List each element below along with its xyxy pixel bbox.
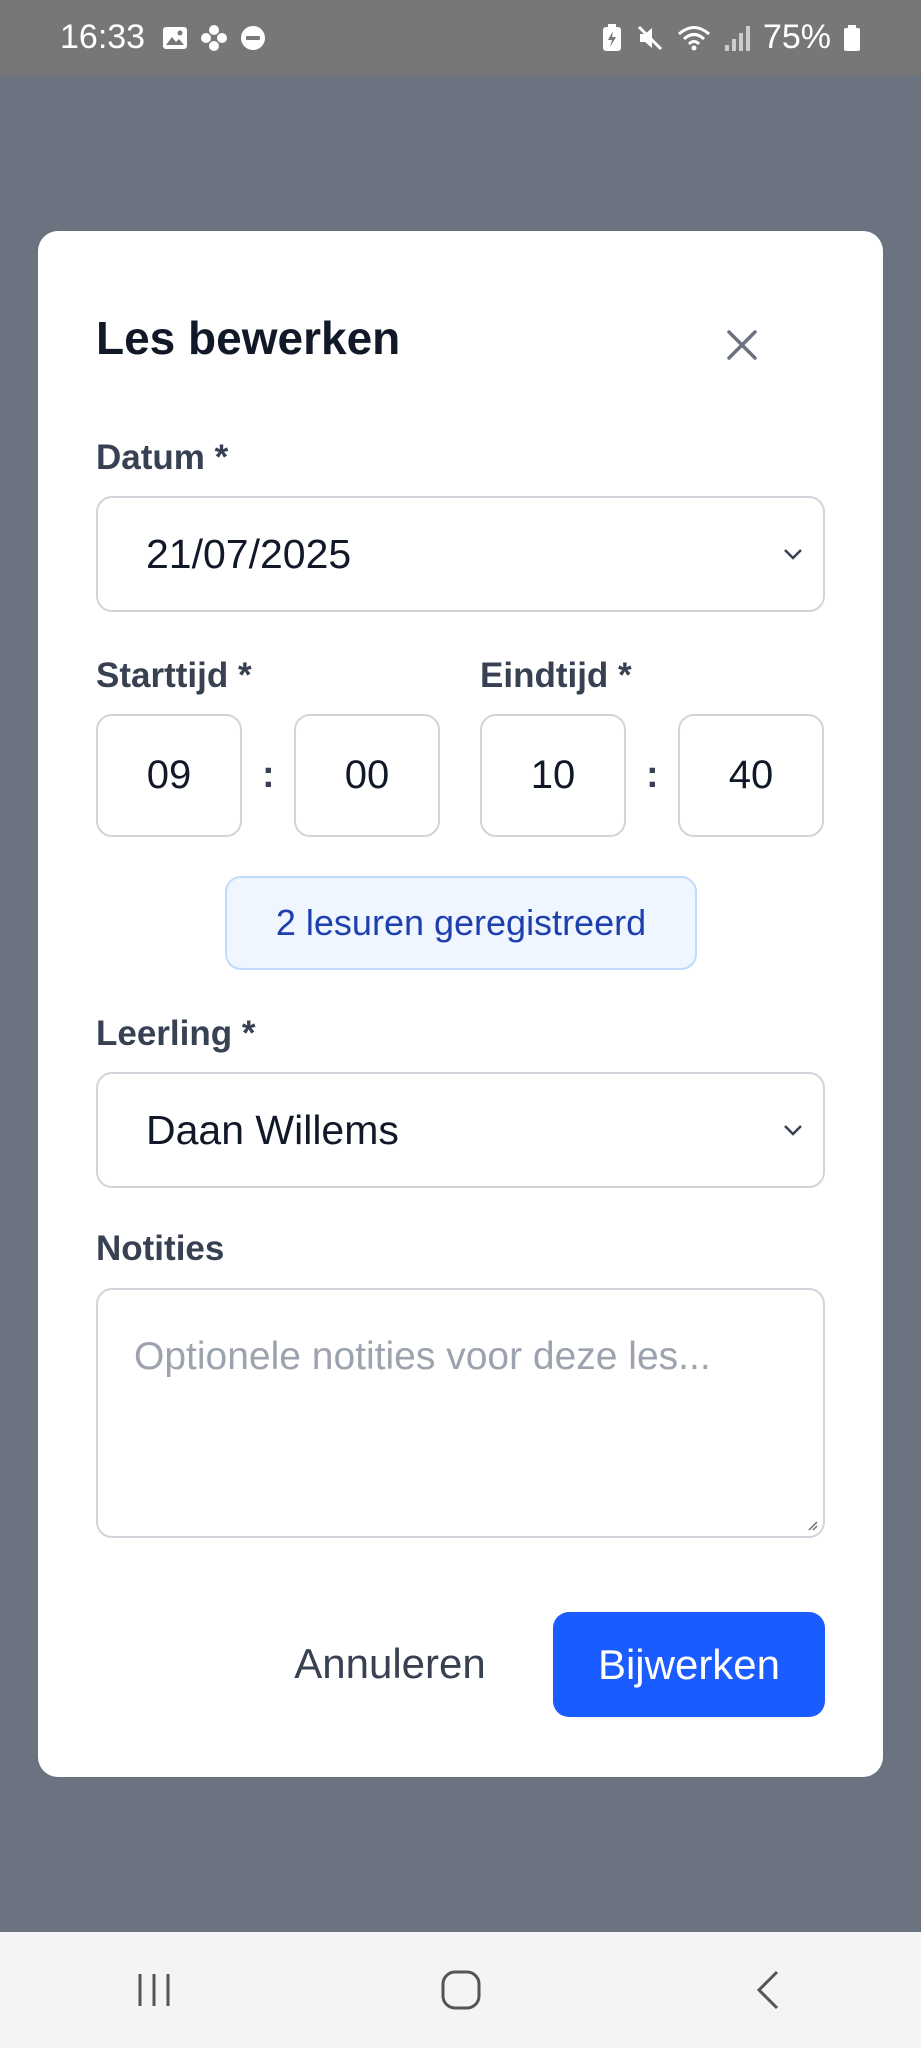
back-icon (756, 1970, 778, 2010)
edit-lesson-dialog: Les bewerken Datum * 21/07/2025 Starttij… (38, 231, 883, 1777)
status-bar: 16:33 75% (0, 0, 921, 75)
system-nav-bar (0, 1932, 921, 2048)
registered-hours-badge: 2 lesuren geregistreerd (225, 876, 697, 970)
status-icons-right: 75% (601, 18, 861, 57)
wifi-icon (677, 23, 711, 53)
close-icon (727, 330, 757, 360)
chevron-down-icon (784, 549, 802, 560)
time-separator: : (262, 754, 275, 796)
start-minute-input[interactable]: 00 (294, 714, 440, 837)
dnd-icon (239, 24, 267, 52)
date-value: 21/07/2025 (146, 530, 352, 577)
back-button[interactable] (708, 1950, 828, 2030)
status-icons-left (161, 23, 267, 53)
start-hour-input[interactable]: 09 (96, 714, 242, 837)
end-hour-input[interactable]: 10 (480, 714, 626, 837)
time-separator: : (646, 754, 659, 796)
flower-icon (199, 23, 229, 53)
cancel-button[interactable]: Annuleren (270, 1612, 510, 1716)
start-time-label: Starttijd * (96, 656, 252, 695)
battery-icon (843, 23, 861, 53)
recents-button[interactable] (94, 1950, 214, 2030)
mute-icon (635, 23, 665, 53)
home-button[interactable] (401, 1950, 521, 2030)
resize-handle-icon[interactable] (807, 1520, 819, 1532)
notes-label: Notities (96, 1229, 225, 1268)
date-label: Datum * (96, 438, 229, 477)
end-time-label: Eindtijd * (480, 656, 632, 695)
recents-icon (138, 1974, 169, 2006)
battery-saver-icon (601, 23, 623, 53)
notes-placeholder: Optionele notities voor deze les... (134, 1335, 711, 1378)
battery-level: 75% (762, 18, 831, 56)
end-minute-input[interactable]: 40 (678, 714, 824, 837)
chevron-down-icon (784, 1125, 802, 1136)
student-value: Daan Willems (146, 1106, 399, 1153)
date-select[interactable]: 21/07/2025 (96, 496, 825, 612)
dialog-title: Les bewerken (96, 312, 401, 364)
close-button[interactable] (718, 321, 766, 369)
status-time: 16:33 (60, 18, 146, 56)
notes-textarea[interactable]: Optionele notities voor deze les... (96, 1288, 825, 1538)
update-button[interactable]: Bijwerken (553, 1612, 825, 1717)
signal-icon (723, 23, 751, 53)
student-label: Leerling * (96, 1014, 256, 1053)
image-icon (161, 24, 189, 52)
student-select[interactable]: Daan Willems (96, 1072, 825, 1188)
home-icon (441, 1970, 480, 2010)
